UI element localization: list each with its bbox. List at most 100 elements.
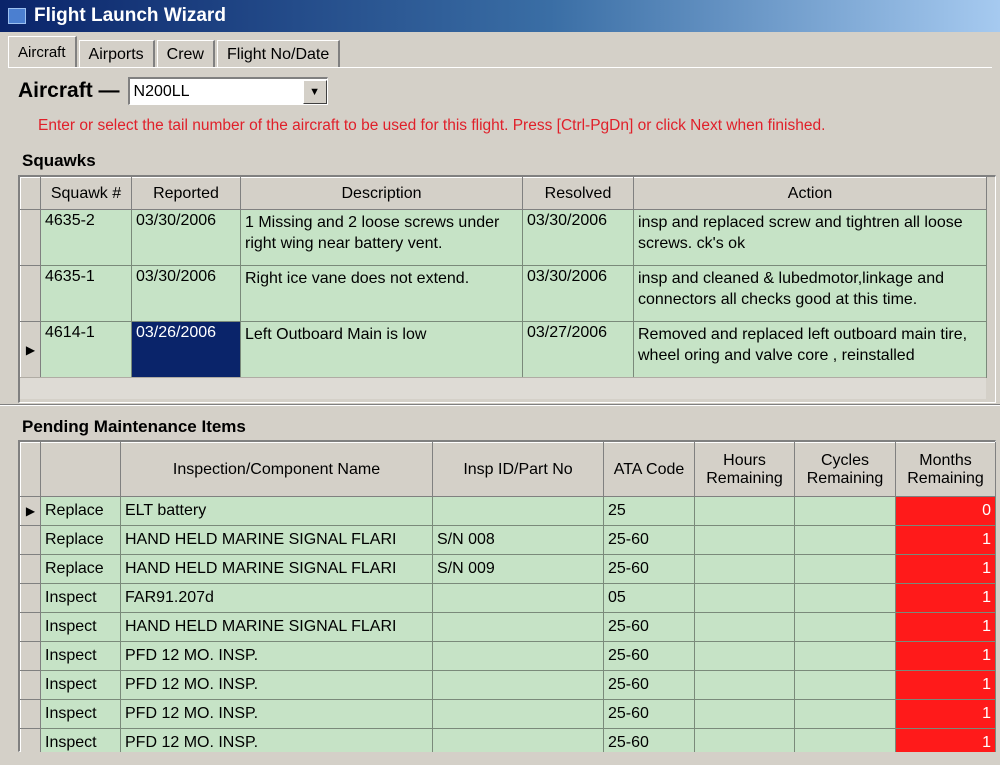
maint-months-cell[interactable]: 1 — [895, 641, 996, 671]
maint-type-cell[interactable]: Inspect — [40, 699, 121, 729]
maint-ata-cell[interactable]: 25-60 — [603, 641, 695, 671]
squawk-reported-cell[interactable]: 03/30/2006 — [131, 209, 241, 266]
maint-name-cell[interactable]: HAND HELD MARINE SIGNAL FLARI — [120, 612, 433, 642]
maintenance-row[interactable]: Inspect PFD 12 MO. INSP. 25-60 1 — [20, 641, 996, 671]
squawk-action-cell[interactable]: insp and replaced screw and tightren all… — [633, 209, 987, 266]
maint-months-cell[interactable]: 1 — [895, 612, 996, 642]
maint-ata-cell[interactable]: 25-60 — [603, 670, 695, 700]
maint-name-cell[interactable]: HAND HELD MARINE SIGNAL FLARI — [120, 554, 433, 584]
squawks-header-reported[interactable]: Reported — [131, 177, 241, 210]
maintenance-row[interactable]: ▶ Replace ELT battery 25 0 — [20, 496, 996, 526]
maint-cycles-cell[interactable] — [794, 641, 896, 671]
maint-header-ata[interactable]: ATA Code — [603, 442, 695, 497]
tab-airports[interactable]: Airports — [78, 40, 155, 68]
row-selector[interactable] — [20, 525, 41, 555]
maint-type-cell[interactable]: Replace — [40, 554, 121, 584]
row-selector[interactable] — [20, 209, 41, 266]
squawk-id-cell[interactable]: 4635-2 — [40, 209, 132, 266]
tab-flight-no-date[interactable]: Flight No/Date — [216, 40, 341, 68]
maint-name-cell[interactable]: HAND HELD MARINE SIGNAL FLARI — [120, 525, 433, 555]
tab-aircraft[interactable]: Aircraft — [8, 36, 77, 68]
squawks-header-id[interactable]: Squawk # — [40, 177, 132, 210]
maint-months-cell[interactable]: 1 — [895, 583, 996, 613]
maint-header-type[interactable] — [40, 442, 121, 497]
maint-ata-cell[interactable]: 25-60 — [603, 699, 695, 729]
maint-hours-cell[interactable] — [694, 670, 795, 700]
maint-hours-cell[interactable] — [694, 699, 795, 729]
maint-ata-cell[interactable]: 25-60 — [603, 525, 695, 555]
maint-ata-cell[interactable]: 05 — [603, 583, 695, 613]
row-selector[interactable] — [20, 670, 41, 700]
squawk-reported-cell[interactable]: 03/30/2006 — [131, 265, 241, 322]
row-selector[interactable] — [20, 554, 41, 584]
squawks-grid[interactable]: Squawk # Reported Description Resolved A… — [18, 175, 996, 403]
maint-months-cell[interactable]: 0 — [895, 496, 996, 526]
maint-months-cell[interactable]: 1 — [895, 554, 996, 584]
maint-hours-cell[interactable] — [694, 583, 795, 613]
maint-part-cell[interactable]: S/N 009 — [432, 554, 604, 584]
squawk-row[interactable]: ▶ 4614-1 03/26/2006 Left Outboard Main is l… — [20, 321, 987, 378]
row-selector[interactable] — [20, 612, 41, 642]
maint-type-cell[interactable]: Replace — [40, 525, 121, 555]
maint-part-cell[interactable] — [432, 699, 604, 729]
tab-crew[interactable]: Crew — [156, 40, 215, 68]
row-selector[interactable] — [20, 265, 41, 322]
maint-part-cell[interactable] — [432, 670, 604, 700]
maint-part-cell[interactable]: S/N 008 — [432, 525, 604, 555]
squawk-action-cell[interactable]: insp and cleaned & lubedmotor,linkage an… — [633, 265, 987, 322]
maint-cycles-cell[interactable] — [794, 612, 896, 642]
row-selector[interactable] — [20, 583, 41, 613]
maint-cycles-cell[interactable] — [794, 496, 896, 526]
maint-cycles-cell[interactable] — [794, 554, 896, 584]
maintenance-row[interactable]: Inspect HAND HELD MARINE SIGNAL FLARI 25-6… — [20, 612, 996, 642]
squawk-description-cell[interactable]: 1 Missing and 2 loose screws under right… — [240, 209, 523, 266]
maint-header-cycles[interactable]: Cycles Remaining — [794, 442, 896, 497]
maint-months-cell[interactable]: 1 — [895, 525, 996, 555]
maint-cycles-cell[interactable] — [794, 699, 896, 729]
squawk-description-cell[interactable]: Left Outboard Main is low — [240, 321, 523, 378]
maint-name-cell[interactable]: PFD 12 MO. INSP. — [120, 699, 433, 729]
squawk-row[interactable]: 4635-1 03/30/2006 Right ice vane does not … — [20, 265, 987, 322]
squawks-header-description[interactable]: Description — [240, 177, 523, 210]
squawk-resolved-cell[interactable]: 03/27/2006 — [522, 321, 634, 378]
maint-type-cell[interactable]: Inspect — [40, 641, 121, 671]
squawk-id-cell[interactable]: 4635-1 — [40, 265, 132, 322]
maint-ata-cell[interactable]: 25-60 — [603, 612, 695, 642]
maint-header-hours[interactable]: Hours Remaining — [694, 442, 795, 497]
maint-hours-cell[interactable] — [694, 554, 795, 584]
row-selector[interactable]: ▶ — [20, 321, 41, 378]
maint-part-cell[interactable] — [432, 612, 604, 642]
squawk-row[interactable]: 4635-2 03/30/2006 1 Missing and 2 loose sc… — [20, 209, 987, 266]
squawk-resolved-cell[interactable]: 03/30/2006 — [522, 209, 634, 266]
maintenance-row[interactable]: Inspect FAR91.207d 05 1 — [20, 583, 996, 613]
maint-hours-cell[interactable] — [694, 496, 795, 526]
maintenance-grid[interactable]: Inspection/Component Name Insp ID/Part N… — [18, 440, 996, 758]
maint-months-cell[interactable]: 1 — [895, 670, 996, 700]
maint-header-part[interactable]: Insp ID/Part No — [432, 442, 604, 497]
maint-type-cell[interactable]: Inspect — [40, 670, 121, 700]
maint-part-cell[interactable] — [432, 496, 604, 526]
maint-type-cell[interactable]: Inspect — [40, 583, 121, 613]
maint-ata-cell[interactable]: 25-60 — [603, 554, 695, 584]
maintenance-row[interactable]: Inspect PFD 12 MO. INSP. 25-60 1 — [20, 670, 996, 700]
dropdown-arrow-icon[interactable]: ▼ — [302, 79, 327, 104]
squawks-header-action[interactable]: Action — [633, 177, 987, 210]
squawk-id-cell[interactable]: 4614-1 — [40, 321, 132, 378]
maint-type-cell[interactable]: Replace — [40, 496, 121, 526]
maint-name-cell[interactable]: ELT battery — [120, 496, 433, 526]
maintenance-row[interactable]: Replace HAND HELD MARINE SIGNAL FLARI S/N … — [20, 554, 996, 584]
row-selector[interactable] — [20, 641, 41, 671]
squawk-resolved-cell[interactable]: 03/30/2006 — [522, 265, 634, 322]
maint-hours-cell[interactable] — [694, 525, 795, 555]
maint-name-cell[interactable]: FAR91.207d — [120, 583, 433, 613]
maint-header-name[interactable]: Inspection/Component Name — [120, 442, 433, 497]
squawk-action-cell[interactable]: Removed and replaced left outboard main … — [633, 321, 987, 378]
maint-cycles-cell[interactable] — [794, 670, 896, 700]
maint-part-cell[interactable] — [432, 583, 604, 613]
maint-cycles-cell[interactable] — [794, 583, 896, 613]
maintenance-row[interactable]: Replace HAND HELD MARINE SIGNAL FLARI S/N … — [20, 525, 996, 555]
squawks-horizontal-scrollbar[interactable] — [20, 377, 986, 399]
maint-name-cell[interactable]: PFD 12 MO. INSP. — [120, 670, 433, 700]
aircraft-combobox[interactable]: N200LL ▼ — [127, 77, 328, 105]
squawk-reported-cell[interactable]: 03/26/2006 — [131, 321, 241, 378]
